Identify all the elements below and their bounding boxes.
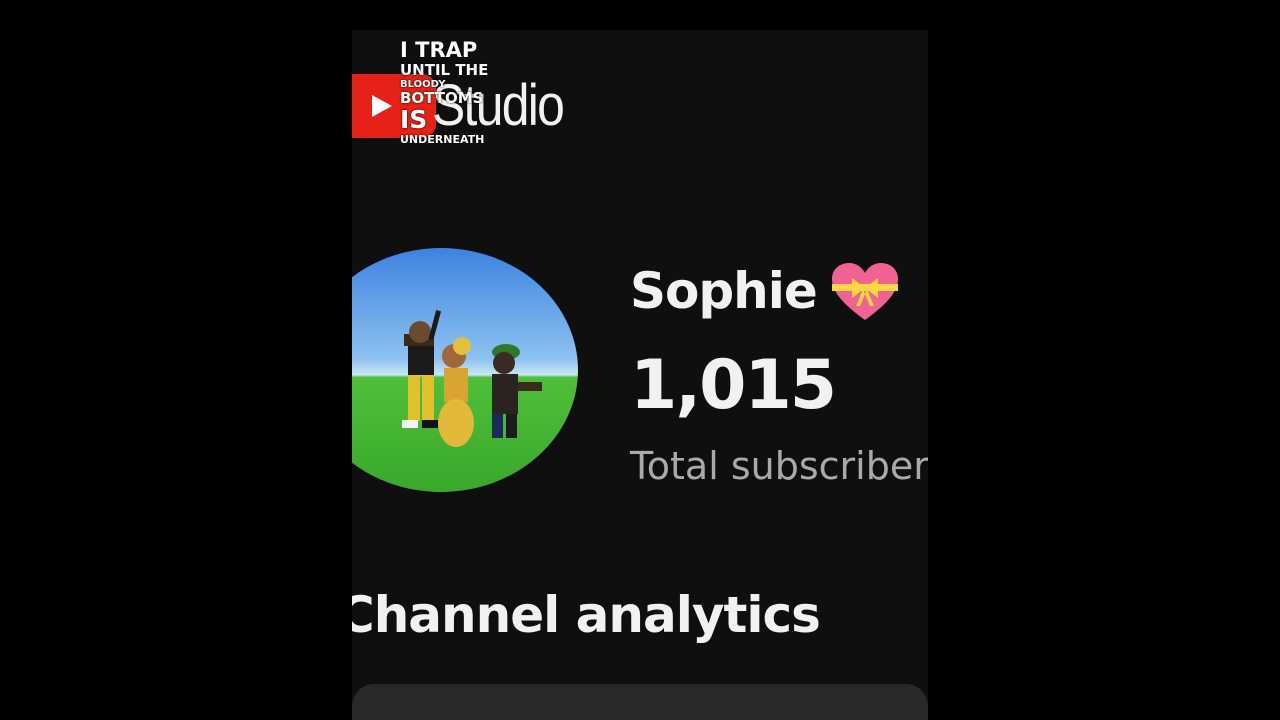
analytics-card[interactable] [352,684,928,720]
channel-name: Sophie [630,262,818,320]
subscriber-label: Total subscribers [630,444,928,488]
caption-line: IS [400,105,428,134]
caption-line: BOTTOMS [400,89,484,107]
play-icon [372,95,392,117]
heart-with-ribbon-icon [832,263,898,320]
caption-line: I TRAP [400,38,478,62]
avatar-image [402,310,542,447]
channel-analytics-title: Channel analytics [352,586,821,644]
studio-app-screen: Studio I TRAP UNTIL THE BLOODY BOTTOMS I… [352,30,928,720]
video-caption-overlay: I TRAP UNTIL THE BLOODY BOTTOMS IS UNDER… [400,38,489,146]
caption-line: UNDERNEATH [400,133,485,146]
caption-line: UNTIL THE [400,61,489,79]
channel-avatar[interactable] [352,248,578,492]
subscriber-count: 1,015 [630,346,837,425]
